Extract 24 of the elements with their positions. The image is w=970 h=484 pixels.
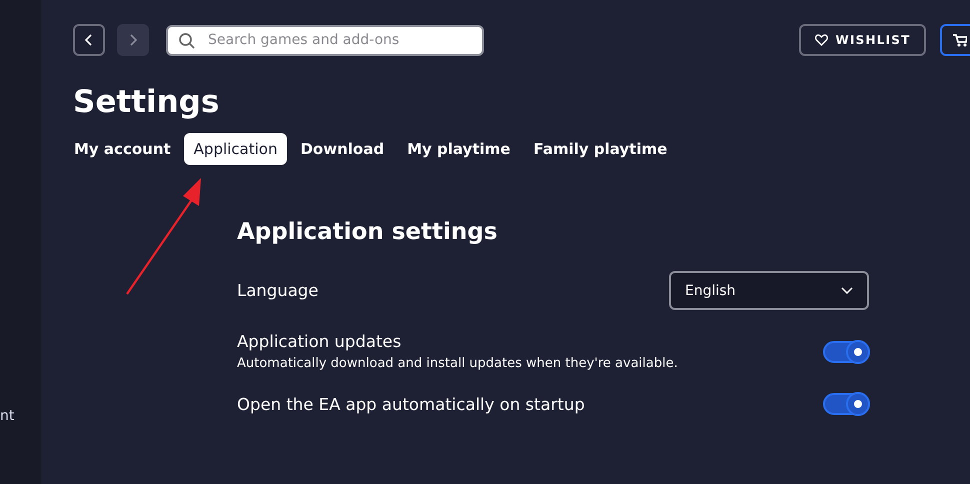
- language-dropdown[interactable]: English: [669, 271, 869, 310]
- setting-description: Automatically download and install updates when they're available.: [237, 356, 678, 371]
- setting-label: Language: [237, 281, 318, 300]
- cart-icon: [953, 34, 967, 46]
- tab[interactable]: Application: [184, 133, 288, 165]
- chevron-right-icon: [128, 33, 138, 47]
- search-field[interactable]: Search games and add-ons: [166, 24, 484, 56]
- tab[interactable]: My account: [64, 133, 181, 165]
- tab[interactable]: Family playtime: [523, 133, 678, 165]
- back-button[interactable]: [73, 24, 105, 56]
- chevron-left-icon: [84, 33, 94, 47]
- tab[interactable]: My playtime: [397, 133, 520, 165]
- tab[interactable]: Download: [290, 133, 394, 165]
- page-title: Settings: [73, 83, 220, 122]
- heart-icon: [814, 34, 828, 46]
- toggle-switch[interactable]: [823, 393, 869, 415]
- sidebar-item[interactable]: nt: [0, 408, 14, 424]
- toggle-switch[interactable]: [823, 340, 869, 362]
- wishlist-button[interactable]: WISHLIST: [799, 24, 926, 56]
- chevron-down-icon: [841, 287, 853, 294]
- cart-button[interactable]: [940, 24, 970, 56]
- setting-label: Application updates: [237, 332, 402, 351]
- section-title: Application settings: [237, 219, 498, 245]
- setting-label: Open the EA app automatically on startup: [237, 394, 585, 414]
